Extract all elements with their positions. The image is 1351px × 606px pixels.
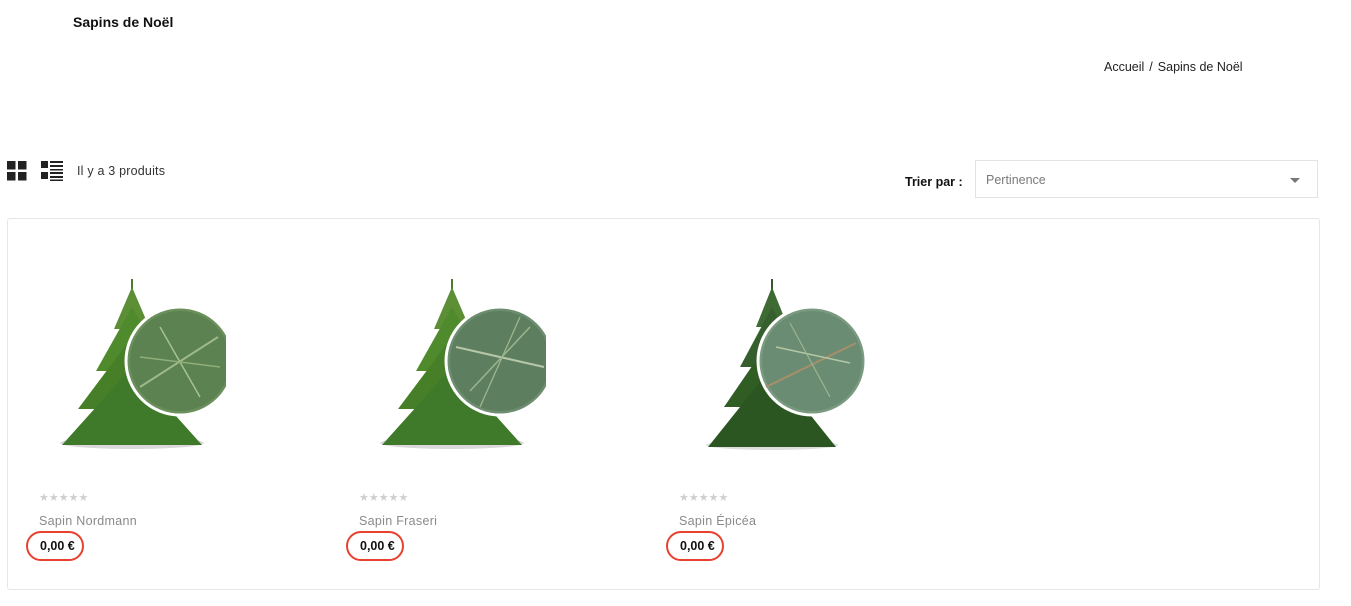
- product-card[interactable]: ★★★★★ Sapin Fraseri 0,00 €: [328, 219, 546, 589]
- product-price: 0,00 €: [26, 531, 84, 561]
- product-name[interactable]: Sapin Nordmann: [39, 514, 137, 528]
- rating-stars: ★★★★★: [359, 492, 409, 504]
- view-toolbar: Il y a 3 produits: [7, 160, 165, 182]
- sort-select[interactable]: Pertinence: [975, 160, 1318, 198]
- sort-select-value: Pertinence: [986, 173, 1046, 187]
- product-name[interactable]: Sapin Fraseri: [359, 514, 437, 528]
- product-card[interactable]: ★★★★★ Sapin Nordmann 0,00 €: [8, 219, 226, 589]
- rating-stars: ★★★★★: [39, 492, 89, 504]
- product-image[interactable]: [360, 267, 546, 457]
- product-image[interactable]: [40, 267, 226, 457]
- product-list: ★★★★★ Sapin Nordmann 0,00 € ★★★★★ Sapin …: [7, 218, 1320, 590]
- product-count: Il y a 3 produits: [77, 164, 166, 178]
- chevron-down-icon: [1290, 178, 1300, 183]
- page-title: Sapins de Noël: [73, 14, 174, 30]
- product-price: 0,00 €: [346, 531, 404, 561]
- breadcrumb-current: Sapins de Noël: [1157, 60, 1243, 74]
- product-card[interactable]: ★★★★★ Sapin Épicéa 0,00 €: [648, 219, 866, 589]
- sort-label: Trier par :: [905, 175, 963, 189]
- product-image[interactable]: [680, 267, 866, 457]
- rating-stars: ★★★★★: [679, 492, 729, 504]
- grid-view-icon[interactable]: [7, 161, 27, 181]
- list-view-icon[interactable]: [41, 161, 63, 181]
- product-price: 0,00 €: [666, 531, 724, 561]
- breadcrumb-separator: /: [1149, 60, 1153, 74]
- breadcrumb: Accueil / Sapins de Noël: [1104, 60, 1243, 74]
- product-name[interactable]: Sapin Épicéa: [679, 514, 756, 528]
- breadcrumb-home-link[interactable]: Accueil: [1104, 60, 1144, 74]
